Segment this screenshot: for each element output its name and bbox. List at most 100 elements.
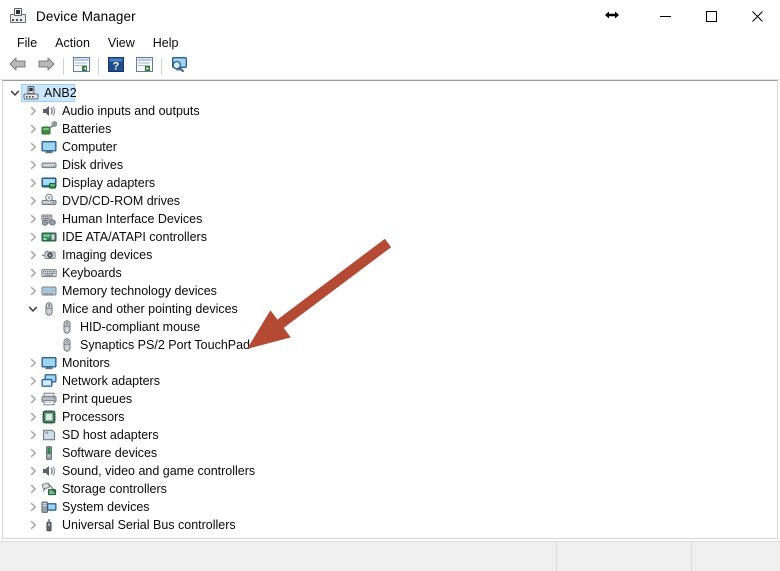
tree-item-batteries[interactable]: Batteries bbox=[3, 120, 777, 138]
close-button[interactable] bbox=[734, 0, 780, 32]
tree-item-processors[interactable]: Processors bbox=[3, 408, 777, 426]
tree-item-imaging-devices[interactable]: Imaging devices bbox=[3, 246, 777, 264]
tree-item-label: SD host adapters bbox=[62, 428, 159, 442]
chevron-right-icon[interactable] bbox=[25, 160, 41, 170]
tree-item-mice-and-other-pointing-devices[interactable]: Mice and other pointing devices bbox=[3, 300, 777, 318]
chevron-down-icon[interactable] bbox=[25, 304, 41, 314]
chevron-right-icon[interactable] bbox=[25, 286, 41, 296]
menu-item-help[interactable]: Help bbox=[144, 33, 188, 53]
tree-item-print-queues[interactable]: Print queues bbox=[3, 390, 777, 408]
tree-item-label: DVD/CD-ROM drives bbox=[62, 194, 181, 208]
tree-item-sound-video-and-game-controllers[interactable]: Sound, video and game controllers bbox=[3, 462, 777, 480]
tree-item-label: Keyboards bbox=[62, 266, 122, 280]
chevron-right-icon[interactable] bbox=[25, 106, 41, 116]
tree-item-ide-ata-atapi-controllers[interactable]: IDE ATA/ATAPI controllers bbox=[3, 228, 777, 246]
tree-item-label: Synaptics PS/2 Port TouchPad bbox=[80, 338, 251, 352]
tree-item-label: Computer bbox=[62, 140, 117, 154]
tree-item-synaptics-ps-2-port-touchpad[interactable]: Synaptics PS/2 Port TouchPad bbox=[3, 336, 777, 354]
sdcard-icon bbox=[41, 427, 57, 443]
memory-icon bbox=[41, 283, 57, 299]
camera-icon bbox=[41, 247, 57, 263]
printer-icon bbox=[41, 391, 57, 407]
scan-hardware-changes-button[interactable] bbox=[165, 56, 193, 78]
network-icon bbox=[41, 373, 57, 389]
chevron-right-icon[interactable] bbox=[25, 394, 41, 404]
forward-button[interactable] bbox=[32, 56, 60, 78]
chevron-right-icon[interactable] bbox=[25, 124, 41, 134]
tree-item-computer[interactable]: Computer bbox=[3, 138, 777, 156]
tree-item-system-devices[interactable]: System devices bbox=[3, 498, 777, 516]
chevron-right-icon[interactable] bbox=[25, 430, 41, 440]
hid-icon bbox=[41, 211, 57, 227]
tree-item-label: Audio inputs and outputs bbox=[62, 104, 200, 118]
speaker-icon bbox=[41, 463, 57, 479]
tree-item-label: IDE ATA/ATAPI controllers bbox=[62, 230, 207, 244]
harddisk-icon bbox=[41, 157, 57, 173]
system-device-icon bbox=[41, 499, 57, 515]
tree-item-memory-technology-devices[interactable]: Memory technology devices bbox=[3, 282, 777, 300]
monitor-magnifier-icon bbox=[170, 56, 189, 77]
display-card-icon bbox=[41, 175, 57, 191]
tree-item-display-adapters[interactable]: Display adapters bbox=[3, 174, 777, 192]
chevron-right-icon[interactable] bbox=[25, 376, 41, 386]
chevron-right-icon[interactable] bbox=[25, 448, 41, 458]
chevron-right-icon[interactable] bbox=[25, 250, 41, 260]
maximize-button[interactable] bbox=[688, 0, 734, 32]
chevron-right-icon[interactable] bbox=[25, 520, 41, 530]
tree-item-sd-host-adapters[interactable]: SD host adapters bbox=[3, 426, 777, 444]
mouse-icon bbox=[59, 319, 75, 335]
chevron-right-icon[interactable] bbox=[25, 358, 41, 368]
chevron-right-icon[interactable] bbox=[25, 142, 41, 152]
chevron-right-icon[interactable] bbox=[25, 196, 41, 206]
tree-item-monitors[interactable]: Monitors bbox=[3, 354, 777, 372]
minimize-button[interactable] bbox=[642, 0, 688, 32]
tree-item-label: Print queues bbox=[62, 392, 133, 406]
chevron-right-icon[interactable] bbox=[25, 412, 41, 422]
chevron-right-icon[interactable] bbox=[25, 232, 41, 242]
device-tree: ANB2 Audio inputs and outputs Batteries Com… bbox=[3, 81, 777, 534]
menu-item-view[interactable]: View bbox=[99, 33, 144, 53]
tree-item-software-devices[interactable]: Software devices bbox=[3, 444, 777, 462]
tree-item-network-adapters[interactable]: Network adapters bbox=[3, 372, 777, 390]
optical-drive-icon bbox=[41, 193, 57, 209]
tree-item-label: Universal Serial Bus controllers bbox=[62, 518, 236, 532]
device-tree-panel[interactable]: ANB2 Audio inputs and outputs Batteries Com… bbox=[2, 80, 778, 539]
chevron-down-icon[interactable] bbox=[7, 88, 23, 98]
chevron-right-icon[interactable] bbox=[25, 502, 41, 512]
usb-icon bbox=[41, 517, 57, 533]
chevron-right-icon[interactable] bbox=[25, 178, 41, 188]
back-button[interactable] bbox=[4, 56, 32, 78]
tree-item-keyboards[interactable]: Keyboards bbox=[3, 264, 777, 282]
tree-item-universal-serial-bus-controllers[interactable]: Universal Serial Bus controllers bbox=[3, 516, 777, 534]
help-button[interactable]: ? bbox=[102, 56, 130, 78]
tree-item-human-interface-devices[interactable]: Human Interface Devices bbox=[3, 210, 777, 228]
window-title: Device Manager bbox=[36, 8, 136, 24]
status-bar bbox=[0, 541, 780, 571]
svg-text:?: ? bbox=[113, 60, 120, 72]
tree-item-audio-inputs-and-outputs[interactable]: Audio inputs and outputs bbox=[3, 102, 777, 120]
tree-item-label: HID-compliant mouse bbox=[80, 320, 201, 334]
tree-item-label: Human Interface Devices bbox=[62, 212, 203, 226]
status-pane-1 bbox=[0, 542, 557, 571]
tree-item-dvd-cd-rom-drives[interactable]: DVD/CD-ROM drives bbox=[3, 192, 777, 210]
chevron-right-icon[interactable] bbox=[25, 466, 41, 476]
tree-item-label: Batteries bbox=[62, 122, 112, 136]
tree-item-storage-controllers[interactable]: Storage controllers bbox=[3, 480, 777, 498]
properties-button[interactable] bbox=[67, 56, 95, 78]
tree-item-label: Memory technology devices bbox=[62, 284, 217, 298]
tree-item-label: Monitors bbox=[62, 356, 110, 370]
device-manager-window: Device Manager File Action View Help ? A… bbox=[0, 0, 780, 571]
tree-item-label: ANB2 bbox=[44, 86, 77, 100]
update-driver-button[interactable] bbox=[130, 56, 158, 78]
toolbar-separator-2 bbox=[98, 58, 99, 75]
tree-item-hid-compliant-mouse[interactable]: HID-compliant mouse bbox=[3, 318, 777, 336]
tree-item-disk-drives[interactable]: Disk drives bbox=[3, 156, 777, 174]
chevron-right-icon[interactable] bbox=[25, 484, 41, 494]
tree-item-anb2[interactable]: ANB2 bbox=[3, 84, 777, 102]
menu-item-action[interactable]: Action bbox=[46, 33, 99, 53]
toolbar-separator-3 bbox=[161, 58, 162, 75]
tree-item-label: Display adapters bbox=[62, 176, 156, 190]
chevron-right-icon[interactable] bbox=[25, 214, 41, 224]
chevron-right-icon[interactable] bbox=[25, 268, 41, 278]
menu-item-file[interactable]: File bbox=[8, 33, 46, 53]
